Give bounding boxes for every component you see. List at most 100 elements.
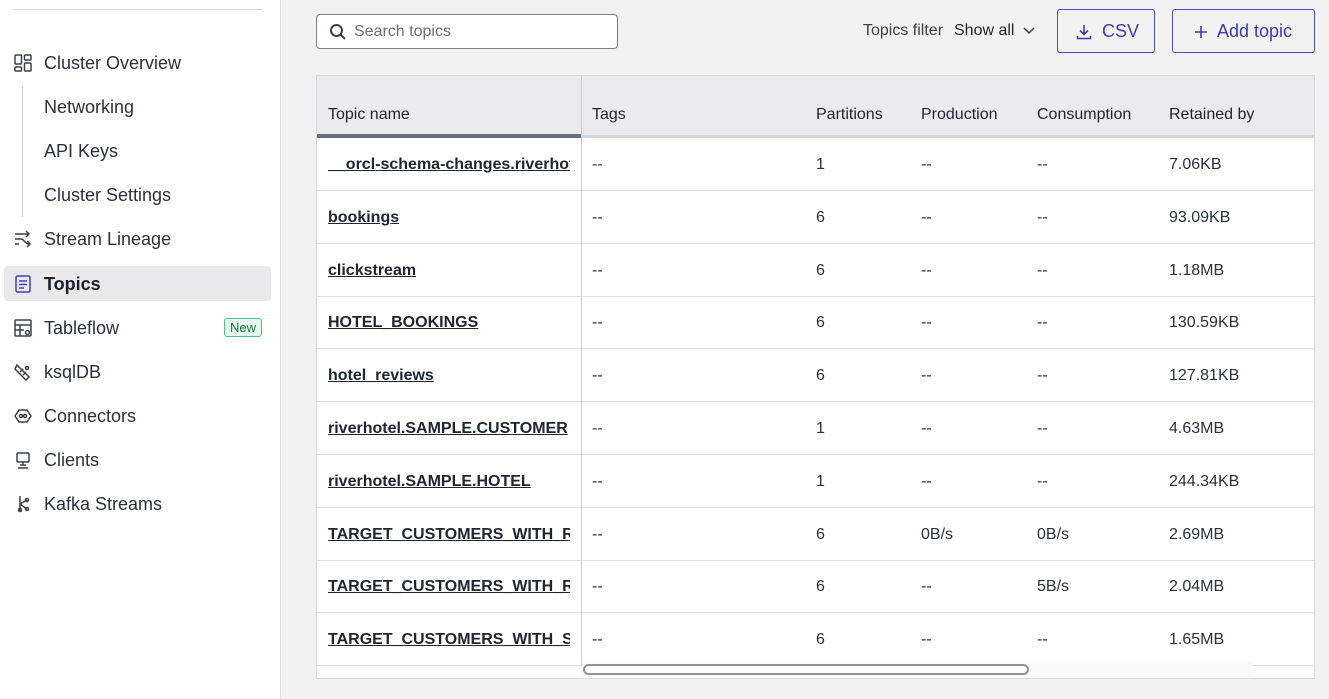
cell-consumption: 5B/s	[1037, 578, 1070, 596]
cell-tags: --	[592, 472, 603, 490]
search-box[interactable]	[316, 14, 618, 49]
table-row[interactable]: TARGET_CUSTOMERS_WITH_RE -- 6 0B/s 0B/s 2.69M…	[317, 508, 1314, 561]
cell-retained-by: 244.34KB	[1169, 472, 1240, 490]
cell-consumption: --	[1037, 156, 1048, 173]
sidebar-item-clients[interactable]: Clients	[4, 442, 271, 477]
kafka-streams-icon	[17, 496, 30, 513]
cell-retained-by: 127.81KB	[1169, 367, 1240, 385]
cell-production: --	[921, 261, 932, 279]
cell-partitions: 6	[816, 261, 825, 279]
cell-partitions: 6	[816, 578, 825, 596]
topics-table: Topic name Tags Partitions Production Co…	[316, 75, 1315, 679]
topics-icon	[15, 275, 31, 293]
lineage-icon	[15, 230, 32, 248]
cell-retained-by: 4.63MB	[1169, 420, 1225, 437]
table-row[interactable]: riverhotel.SAMPLE.HOTEL -- 1 -- -- 244.34KB	[317, 455, 1314, 508]
topic-name-link[interactable]: riverhotel.SAMPLE.CUSTOMER	[328, 420, 570, 438]
sidebar-item-cluster-overview[interactable]: Cluster Overview	[4, 45, 271, 80]
sidebar-item-label: API Keys	[44, 141, 119, 161]
sidebar-item-connectors[interactable]: Connectors	[4, 398, 271, 433]
cell-tags: --	[592, 261, 603, 279]
table-row[interactable]: clickstream -- 6 -- -- 1.18MB	[317, 244, 1314, 297]
csv-download-button[interactable]: CSV	[1057, 9, 1155, 53]
sidebar-item-stream-lineage[interactable]: Stream Lineage	[4, 221, 271, 256]
table-row[interactable]: TARGET_CUSTOMERS_WITH_RE -- 6 -- 5B/s 2.04MB	[317, 560, 1314, 614]
cell-consumption: --	[1037, 631, 1048, 649]
tableflow-icon	[14, 319, 32, 337]
cell-retained-by: 2.04MB	[1169, 578, 1225, 596]
table-row[interactable]: TARGET_CUSTOMERS_WITH_SI -- 6 -- -- 1.65MB	[317, 613, 1314, 667]
cell-consumption: --	[1037, 472, 1048, 490]
cell-retained-by: 1.18MB	[1169, 261, 1225, 279]
cell-tags: --	[592, 578, 603, 596]
sidebar-item-label: ksqlDB	[44, 362, 102, 382]
cell-production: --	[921, 314, 932, 332]
cell-partitions: 1	[816, 420, 825, 437]
scrollbar-thumb[interactable]	[583, 664, 1029, 675]
topic-name-link[interactable]: TARGET_CUSTOMERS_WITH_SI	[328, 631, 570, 649]
table-row[interactable]: HOTEL_BOOKINGS -- 6 -- -- 130.59KB	[317, 296, 1314, 350]
topic-name-link[interactable]: riverhotel.SAMPLE.HOTEL	[328, 473, 570, 491]
chevron-down-icon[interactable]	[1022, 25, 1036, 37]
topic-name-link[interactable]: hotel_reviews	[328, 367, 570, 385]
cell-production: --	[921, 367, 932, 385]
table-row[interactable]: riverhotel.SAMPLE.CUSTOMER -- 1 -- -- 4.63MB	[317, 402, 1314, 455]
header-retained-by[interactable]: Retained by	[1169, 106, 1254, 124]
cell-production: --	[921, 578, 932, 596]
topics-filter-label: Topics filter	[863, 22, 944, 39]
cell-tags: --	[592, 156, 603, 173]
topic-name-link[interactable]: bookings	[328, 209, 570, 227]
search-input[interactable]	[354, 21, 604, 43]
header-tags[interactable]: Tags	[592, 106, 626, 124]
cell-tags: --	[592, 525, 603, 543]
search-icon	[330, 24, 346, 40]
header-topic-name[interactable]: Topic name	[328, 106, 410, 124]
cell-retained-by: 2.69MB	[1169, 525, 1225, 543]
sidebar-item-kafka-streams[interactable]: Kafka Streams	[4, 486, 271, 521]
dashboard-icon	[14, 54, 32, 72]
cell-consumption: 0B/s	[1037, 525, 1070, 543]
sidebar-item-ksqldb[interactable]: ksqlDB	[4, 354, 271, 389]
cell-tags: --	[592, 631, 603, 649]
sidebar-item-label: Clients	[44, 450, 100, 470]
cell-consumption: --	[1037, 367, 1048, 385]
sidebar-item-tableflow[interactable]: Tableflow New	[4, 310, 271, 345]
topic-name-link[interactable]: TARGET_CUSTOMERS_WITH_RE	[328, 526, 570, 544]
cell-tags: --	[592, 367, 603, 385]
download-icon	[1076, 25, 1092, 40]
cell-consumption: --	[1037, 314, 1048, 332]
table-row[interactable]: bookings -- 6 -- -- 93.09KB	[317, 191, 1314, 244]
header-production[interactable]: Production	[921, 106, 998, 124]
add-topic-button[interactable]: Add topic	[1172, 9, 1315, 53]
cell-retained-by: 1.65MB	[1169, 631, 1225, 649]
topic-name-link[interactable]: __orcl-schema-changes.riverhotel	[328, 156, 570, 174]
header-consumption[interactable]: Consumption	[1037, 106, 1131, 124]
cell-tags: --	[592, 314, 603, 332]
sidebar-item-topics[interactable]: Topics	[4, 266, 271, 301]
sidebar-item-networking[interactable]: Networking	[4, 89, 271, 124]
cell-consumption: --	[1037, 208, 1048, 226]
cell-partitions: 6	[816, 525, 825, 543]
plus-icon	[1195, 26, 1207, 38]
main-content: Topics filter Show all CSV Add topic Top…	[281, 0, 1329, 699]
topic-name-link[interactable]: TARGET_CUSTOMERS_WITH_RE	[328, 578, 570, 596]
topics-filter-select[interactable]: Show all	[954, 22, 1014, 40]
sidebar-item-label: Stream Lineage	[44, 229, 172, 249]
csv-button-label: CSV	[1102, 21, 1140, 41]
header-partitions[interactable]: Partitions	[816, 106, 883, 124]
cell-partitions: 6	[816, 631, 825, 649]
sidebar-item-api-keys[interactable]: API Keys	[4, 133, 271, 168]
sidebar-item-label: Connectors	[44, 406, 137, 426]
cell-tags: --	[592, 420, 603, 437]
sidebar-divider	[13, 9, 262, 10]
sidebar-item-cluster-settings[interactable]: Cluster Settings	[4, 177, 271, 212]
cell-tags: --	[592, 208, 603, 226]
cell-partitions: 1	[816, 472, 825, 490]
cell-consumption: --	[1037, 420, 1048, 437]
connectors-icon	[14, 409, 32, 423]
table-row[interactable]: __orcl-schema-changes.riverhotel -- 1 -- -- 7…	[317, 138, 1314, 191]
topic-name-link[interactable]: clickstream	[328, 262, 570, 280]
table-row[interactable]: hotel_reviews -- 6 -- -- 127.81KB	[317, 349, 1314, 403]
topic-name-link[interactable]: HOTEL_BOOKINGS	[328, 314, 570, 332]
cell-production: --	[921, 420, 932, 437]
